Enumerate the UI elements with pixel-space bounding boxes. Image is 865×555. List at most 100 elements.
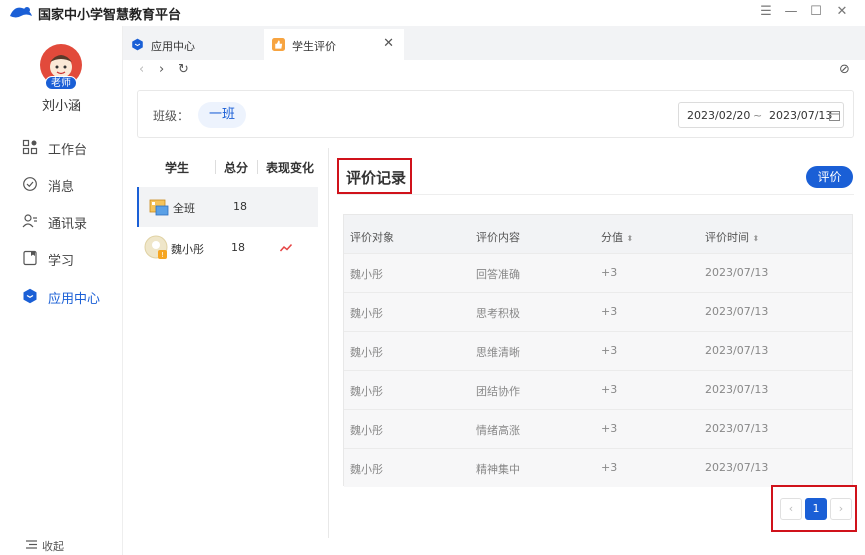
back-button[interactable]: ‹ xyxy=(139,62,144,77)
cell-target: 魏小彤 xyxy=(350,307,383,320)
cell-target: 魏小彤 xyxy=(350,424,383,437)
student-row-all[interactable]: 全班 18 xyxy=(137,187,318,227)
platform-logo-icon xyxy=(10,7,32,18)
student-column-header: 学生 xyxy=(165,161,190,175)
grid-icon xyxy=(22,139,38,155)
classroom-icon xyxy=(149,199,169,216)
class-label: 班级： xyxy=(153,109,190,123)
trend-up-icon xyxy=(280,243,292,252)
sidebar-item-workbench[interactable]: 工作台 xyxy=(22,138,122,158)
table-row: 魏小彤 回答准确 +3 2023/07/13 xyxy=(344,253,852,292)
class-selector[interactable]: 一班 xyxy=(198,102,246,128)
cell-target: 魏小彤 xyxy=(350,346,383,359)
column-divider xyxy=(215,160,216,174)
sidebar-item-label: 工作台 xyxy=(48,143,88,158)
change-column-header: 表现变化 xyxy=(266,161,315,175)
cell-score: +3 xyxy=(601,305,618,318)
cell-time: 2023/07/13 xyxy=(705,383,769,396)
menu-collapse-icon xyxy=(26,540,37,549)
column-divider xyxy=(257,160,258,174)
sort-icon[interactable]: ⬍ xyxy=(753,234,760,243)
student-avatar: ! xyxy=(144,235,168,259)
date-separator: ~ xyxy=(753,109,763,122)
records-table: 评价对象 评价内容 分值 ⬍ 评价时间 ⬍ 魏小彤 回答准确 +3 2023/0… xyxy=(343,214,853,487)
sidebar-item-app-center[interactable]: 应用中心 xyxy=(22,287,122,307)
cell-score: +3 xyxy=(601,383,618,396)
cell-content: 思考积极 xyxy=(476,307,520,320)
cell-time: 2023/07/13 xyxy=(705,422,769,435)
table-row: 魏小彤 情绪高涨 +3 2023/07/13 xyxy=(344,409,852,448)
app-title: 国家中小学智慧教育平台 xyxy=(38,8,182,23)
title-bar: 国家中小学智慧教育平台 ☰ — ☐ ✕ xyxy=(0,0,865,26)
tab-app-center[interactable]: 应用中心 xyxy=(123,29,263,60)
student-name: 全班 xyxy=(173,202,195,215)
records-title: 评价记录 xyxy=(337,158,412,194)
date-start: 2023/02/20 xyxy=(687,109,751,122)
panel-divider xyxy=(328,148,329,538)
collapse-button[interactable]: 收起 xyxy=(26,538,64,554)
prev-page-button[interactable]: ‹ xyxy=(780,498,802,520)
role-badge: 老师 xyxy=(45,76,77,90)
cell-score: +3 xyxy=(601,266,618,279)
sort-icon[interactable]: ⬍ xyxy=(627,234,634,243)
sidebar-item-messages[interactable]: 消息 xyxy=(22,175,122,195)
student-name: 魏小彤 xyxy=(171,243,204,256)
cell-content: 回答准确 xyxy=(476,268,520,281)
minimize-button[interactable]: — xyxy=(782,3,800,21)
next-page-button[interactable]: › xyxy=(830,498,852,520)
tab-student-evaluation[interactable]: 学生评价 ✕ xyxy=(264,29,404,60)
maximize-button[interactable]: ☐ xyxy=(807,3,825,21)
cell-content: 情绪高涨 xyxy=(476,424,520,437)
score-column-header: 总分 xyxy=(224,161,249,175)
contacts-icon xyxy=(22,214,37,228)
column-header-sortable[interactable]: 分值 ⬍ xyxy=(601,229,633,245)
sidebar: 老师 刘小涵 工作台 消息 通讯录 学习 应用中心 收起 xyxy=(0,26,123,555)
column-header: 评价内容 xyxy=(476,231,520,244)
column-header-sortable[interactable]: 评价时间 ⬍ xyxy=(705,229,759,245)
message-icon xyxy=(23,177,37,191)
pagination: ‹ 1 › xyxy=(771,485,857,532)
sidebar-item-contacts[interactable]: 通讯录 xyxy=(22,212,122,232)
calendar-icon xyxy=(829,111,840,121)
app-center-icon xyxy=(132,38,143,51)
divider xyxy=(337,194,854,195)
column-header: 评价对象 xyxy=(350,231,394,244)
date-range-picker[interactable]: 2023/02/20 ~ 2023/07/13 xyxy=(678,102,844,128)
cell-content: 精神集中 xyxy=(476,463,520,476)
cell-time: 2023/07/13 xyxy=(705,266,769,279)
cell-content: 团结协作 xyxy=(476,385,520,398)
settings-icon[interactable]: ☰ xyxy=(757,3,775,21)
cell-content: 思维清晰 xyxy=(476,346,520,359)
collapse-label: 收起 xyxy=(42,540,64,553)
tab-label: 学生评价 xyxy=(292,40,336,53)
forward-button[interactable]: › xyxy=(159,62,164,77)
page-button-1[interactable]: 1 xyxy=(805,498,827,520)
student-row[interactable]: ! 魏小彤 18 xyxy=(137,228,318,268)
date-end: 2023/07/13 xyxy=(769,109,833,122)
table-row: 魏小彤 精神集中 +3 2023/07/13 xyxy=(344,448,852,487)
table-row: 魏小彤 思考积极 +3 2023/07/13 xyxy=(344,292,852,331)
compass-icon[interactable]: ⊘ xyxy=(839,62,850,77)
cell-score: +3 xyxy=(601,461,618,474)
evaluate-button[interactable]: 评价 xyxy=(806,166,853,188)
tab-bar: 应用中心 学生评价 ✕ xyxy=(123,26,865,60)
cell-time: 2023/07/13 xyxy=(705,344,769,357)
cell-target: 魏小彤 xyxy=(350,385,383,398)
sidebar-item-label: 消息 xyxy=(48,180,75,195)
sidebar-item-label: 学习 xyxy=(48,254,75,269)
cell-score: +3 xyxy=(601,344,618,357)
tab-label: 应用中心 xyxy=(151,40,195,53)
refresh-icon[interactable]: ↻ xyxy=(178,62,189,77)
student-score: 18 xyxy=(231,241,245,254)
sidebar-item-label: 通讯录 xyxy=(48,217,88,232)
close-window-button[interactable]: ✕ xyxy=(833,3,851,21)
sidebar-item-label: 应用中心 xyxy=(48,292,101,307)
username: 刘小涵 xyxy=(41,99,81,114)
close-tab-button[interactable]: ✕ xyxy=(383,36,394,51)
table-header: 评价对象 评价内容 分值 ⬍ 评价时间 ⬍ xyxy=(344,215,852,254)
cell-score: +3 xyxy=(601,422,618,435)
app-center-icon xyxy=(23,288,37,304)
main-content: 班级： 一班 2023/02/20 ~ 2023/07/13 学生 总分 表现变… xyxy=(123,80,865,555)
sidebar-item-study[interactable]: 学习 xyxy=(22,249,122,269)
filter-bar: 班级： 一班 2023/02/20 ~ 2023/07/13 xyxy=(137,90,854,138)
